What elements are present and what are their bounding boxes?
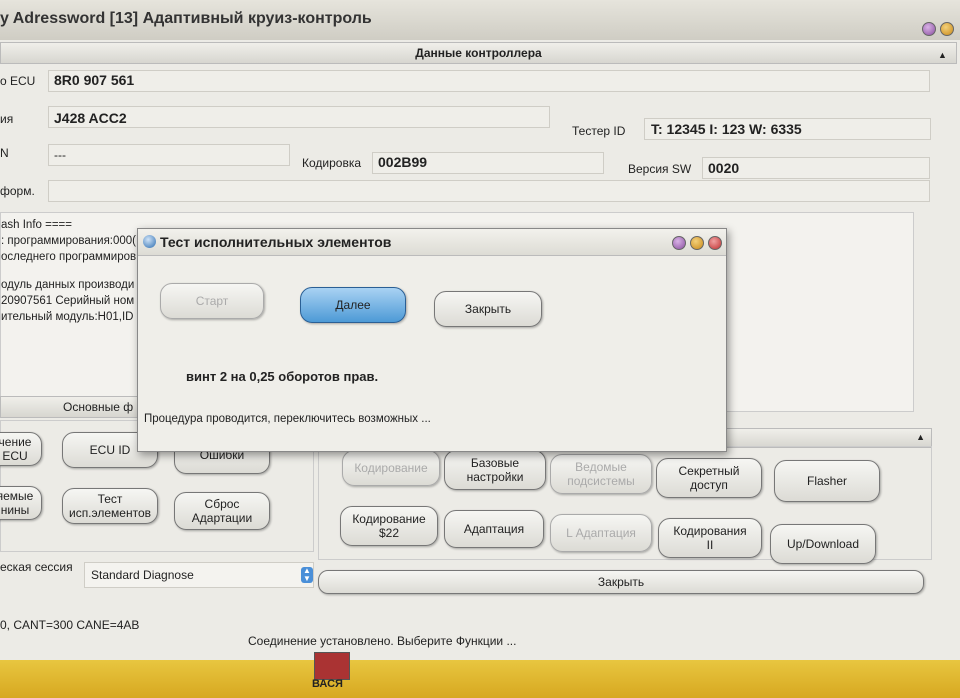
- dialog-titlebar: Тест исполнительных элементов: [138, 229, 726, 256]
- name-label: ия: [0, 112, 14, 126]
- dialog-close-icon[interactable]: [708, 236, 722, 250]
- function-button[interactable]: Кодирование: [342, 450, 440, 486]
- section-title: Данные контроллера: [415, 46, 542, 60]
- function-button[interactable]: Кодирование $22: [340, 506, 438, 546]
- start-button[interactable]: Старт: [160, 283, 264, 319]
- dropdown-arrows-icon[interactable]: ▲ ▼: [301, 567, 313, 583]
- sw-label: Версия SW: [628, 162, 692, 176]
- app-icon: [143, 235, 156, 248]
- tester-label: Тестер ID: [572, 124, 626, 138]
- function-button[interactable]: Up/Download: [770, 524, 876, 564]
- section-header: Данные контроллера: [0, 42, 957, 64]
- function-button[interactable]: Flasher: [774, 460, 880, 502]
- collapse-icon[interactable]: ▲: [916, 432, 925, 442]
- function-button[interactable]: L Адаптация: [550, 514, 652, 552]
- function-button[interactable]: Базовые настройки: [444, 450, 546, 490]
- tester-value: T: 12345 I: 123 W: 6335: [651, 121, 802, 137]
- ecu-label: о ECU: [0, 74, 36, 88]
- status-message: Соединение установлено. Выберите Функции…: [248, 634, 517, 648]
- session-value: Standard Diagnose: [91, 568, 194, 582]
- next-button[interactable]: Далее: [300, 287, 406, 323]
- desktop-background: [0, 660, 960, 698]
- function-button[interactable]: Ведомые подсистемы: [550, 454, 652, 494]
- dialog-close-button[interactable]: Закрыть: [434, 291, 542, 327]
- dialog-status: Процедура проводится, переключитесь возм…: [144, 413, 431, 425]
- minimize-button[interactable]: [922, 22, 936, 36]
- vin-value: ---: [54, 148, 66, 162]
- instruction-text: винт 2 на 0,25 оборотов прав.: [186, 369, 379, 384]
- maximize-button[interactable]: [940, 22, 954, 36]
- session-select[interactable]: Standard Diagnose ▲ ▼: [84, 562, 314, 588]
- vin-label: N: [0, 146, 9, 160]
- coding-value: 002B99: [378, 154, 428, 170]
- coding-label: Кодировка: [302, 156, 362, 170]
- window-titlebar: y Adressword [13] Адаптивный круиз-контр…: [0, 0, 960, 40]
- tab-label: Основные ф: [63, 400, 134, 414]
- reset-adaptation-button[interactable]: Сброс Адартации: [174, 492, 270, 530]
- collapse-icon[interactable]: ▲: [938, 50, 947, 60]
- function-button[interactable]: Адаптация: [444, 510, 544, 548]
- actuator-test-button[interactable]: Тест исп.элементов: [62, 488, 158, 524]
- dialog-maximize-button[interactable]: [690, 236, 704, 250]
- session-label: еская сессия: [0, 560, 73, 574]
- name-value: J428 ACC2: [54, 110, 127, 126]
- taskbar-icon-label: ВАСЯ: [312, 678, 343, 690]
- ecu-select-button[interactable]: чение ECU: [0, 432, 42, 466]
- close-main-button[interactable]: Закрыть: [318, 570, 924, 594]
- measured-values-button[interactable]: яемые нины: [0, 486, 42, 520]
- can-status: 0, CANT=300 CANE=4AB: [0, 618, 140, 632]
- window-title: y Adressword [13] Адаптивный круиз-контр…: [0, 10, 372, 27]
- function-button[interactable]: Секретный доступ: [656, 458, 762, 498]
- function-button[interactable]: Кодирования II: [658, 518, 762, 558]
- ecu-value: 8R0 907 561: [54, 72, 135, 88]
- sw-value: 0020: [708, 160, 740, 176]
- dialog-title: Тест исполнительных элементов: [160, 234, 392, 250]
- taskbar-app-icon[interactable]: [314, 652, 350, 680]
- info-label: форм.: [0, 184, 35, 198]
- actuator-test-dialog: Тест исполнительных элементов Старт Дале…: [137, 228, 727, 452]
- dialog-minimize-button[interactable]: [672, 236, 686, 250]
